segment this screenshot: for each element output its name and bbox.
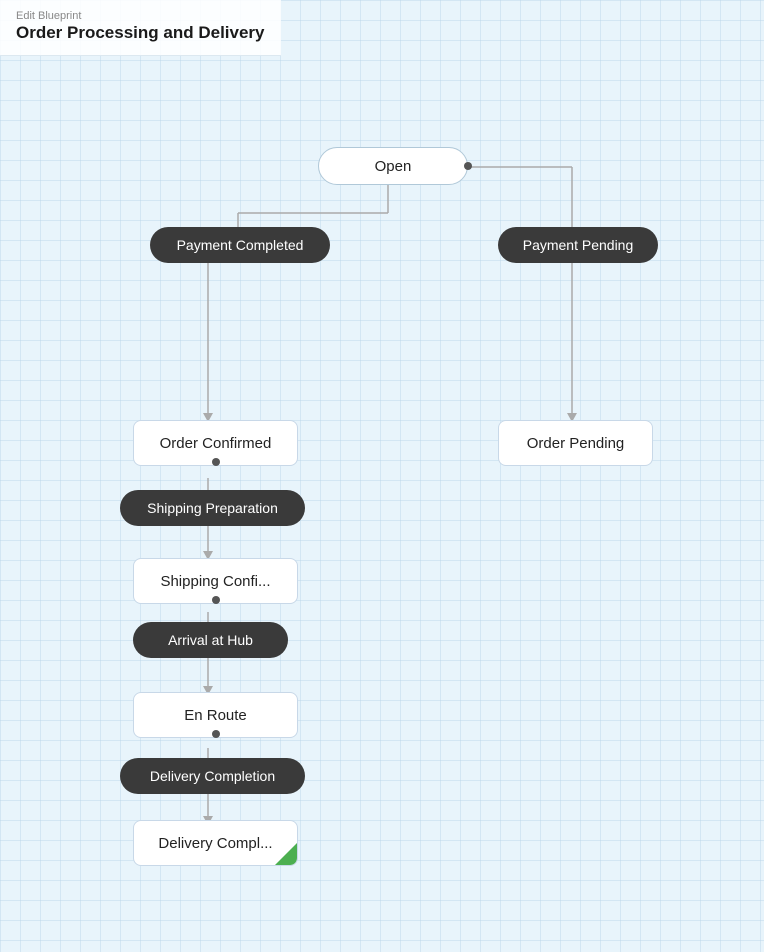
node-arrival-at-hub-label: Arrival at Hub <box>168 632 253 648</box>
node-payment-pending[interactable]: Payment Pending <box>498 227 658 263</box>
node-open-label: Open <box>375 158 412 175</box>
header-subtitle: Edit Blueprint <box>16 10 265 22</box>
node-order-pending[interactable]: Order Pending <box>498 420 653 466</box>
node-order-confirmed-label: Order Confirmed <box>160 435 272 452</box>
node-delivery-completed-label: Delivery Compl... <box>158 835 272 852</box>
node-en-route[interactable]: En Route <box>133 692 298 738</box>
green-corner-icon <box>275 843 297 865</box>
node-payment-pending-label: Payment Pending <box>523 237 634 253</box>
node-payment-completed-label: Payment Completed <box>177 237 304 253</box>
node-shipping-preparation-label: Shipping Preparation <box>147 500 278 516</box>
node-order-pending-label: Order Pending <box>527 435 625 452</box>
node-payment-completed[interactable]: Payment Completed <box>150 227 330 263</box>
header-title: Order Processing and Delivery <box>16 23 265 43</box>
node-arrival-at-hub[interactable]: Arrival at Hub <box>133 622 288 658</box>
node-shipping-confirmed[interactable]: Shipping Confi... <box>133 558 298 604</box>
node-open[interactable]: Open <box>318 147 468 185</box>
node-en-route-label: En Route <box>184 707 247 724</box>
node-order-confirmed[interactable]: Order Confirmed <box>133 420 298 466</box>
node-shipping-preparation[interactable]: Shipping Preparation <box>120 490 305 526</box>
connectors-svg <box>0 0 764 952</box>
node-delivery-completion[interactable]: Delivery Completion <box>120 758 305 794</box>
node-delivery-completion-label: Delivery Completion <box>150 768 275 784</box>
canvas: Edit Blueprint Order Processing and Deli… <box>0 0 764 952</box>
header-panel: Edit Blueprint Order Processing and Deli… <box>0 0 281 56</box>
node-delivery-completed[interactable]: Delivery Compl... <box>133 820 298 866</box>
node-shipping-confirmed-label: Shipping Confi... <box>160 573 270 590</box>
